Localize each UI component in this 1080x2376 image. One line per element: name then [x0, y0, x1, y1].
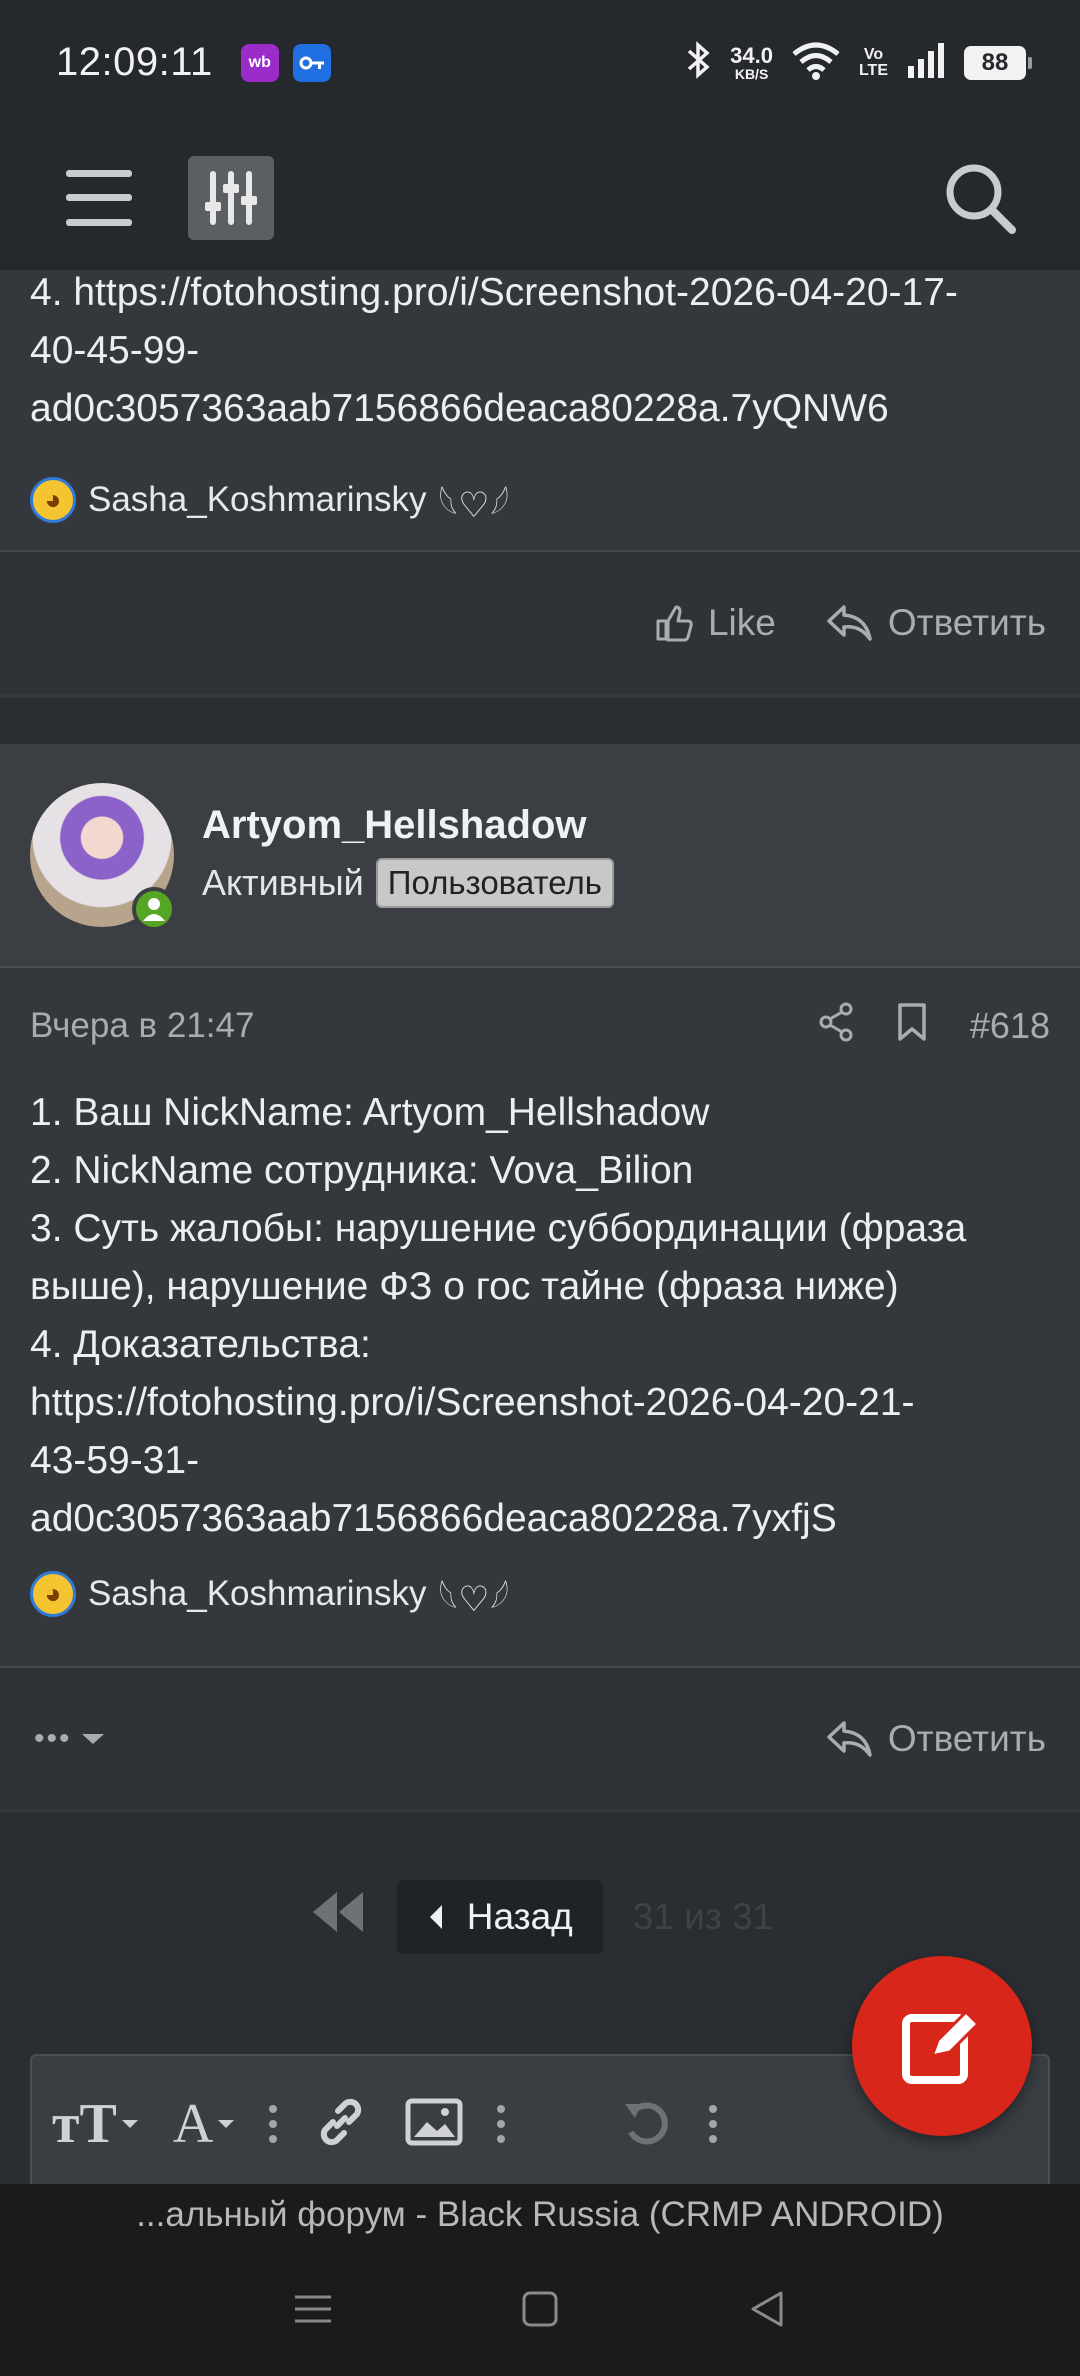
author-status: Активный: [202, 861, 364, 903]
undo-icon[interactable]: [619, 2094, 675, 2155]
avatar[interactable]: [30, 783, 176, 931]
post-number[interactable]: #618: [970, 1005, 1050, 1047]
more-format-icon[interactable]: [269, 2105, 278, 2143]
status-bar: 12:09:11 wb 34.0 KB/S Vo LTE 88: [0, 0, 1080, 125]
browser-page-title[interactable]: ...альный форум - Black Russia (CRMP AND…: [0, 2184, 1080, 2246]
text-size-icon[interactable]: тT: [52, 2092, 139, 2156]
post-card-618: Artyom_Hellshadow Активный Пользователь …: [0, 744, 1080, 1812]
evidence-link[interactable]: https://fotohosting.pro/i/Screenshot-202…: [30, 1374, 1050, 1432]
first-page-icon[interactable]: [307, 1888, 367, 1947]
role-badge: Пользователь: [375, 857, 614, 908]
like-button[interactable]: Like: [654, 602, 776, 644]
laughing-emoji-icon: ◕: [30, 1571, 76, 1617]
author-name[interactable]: Artyom_Hellshadow: [202, 803, 614, 848]
bookmark-icon[interactable]: [896, 1002, 928, 1051]
back-button[interactable]: Назад: [396, 1880, 603, 1954]
reply-button[interactable]: Ответить: [826, 602, 1046, 644]
more-insert-icon[interactable]: [497, 2105, 506, 2143]
post-actions: Like Ответить: [0, 552, 1080, 694]
online-status-icon: [132, 887, 176, 931]
filter-button[interactable]: [188, 155, 274, 240]
post-actions: ••• Ответить: [0, 1668, 1080, 1810]
thumbs-up-icon: [656, 605, 693, 642]
home-icon[interactable]: [520, 2289, 560, 2334]
bluetooth-icon: [686, 40, 712, 85]
forum-header: [0, 125, 1080, 270]
post-meta: Вчера в 21:47 #618: [0, 968, 1080, 1084]
reply-icon: [827, 605, 872, 641]
edit-icon: [902, 2009, 981, 2084]
evidence-link[interactable]: ad0c3057363aab7156866deaca80228a.7yxfjS: [30, 1490, 1050, 1548]
volte-indicator: Vo LTE: [858, 45, 888, 79]
more-options-button[interactable]: •••: [34, 1722, 106, 1756]
link-icon[interactable]: [311, 2092, 371, 2157]
sliders-icon: [205, 170, 257, 225]
signature-name[interactable]: Sasha_Koshmarinsky: [88, 480, 427, 520]
reply-icon: [827, 1721, 872, 1757]
chevron-left-icon: [429, 1905, 442, 1929]
recent-apps-icon[interactable]: [293, 2289, 333, 2334]
search-icon[interactable]: [942, 160, 1018, 236]
clock: 12:09:11: [56, 40, 213, 84]
post-date[interactable]: Вчера в 21:47: [30, 1006, 254, 1046]
laughing-emoji-icon: ◕: [30, 477, 76, 523]
signature-name[interactable]: Sasha_Koshmarinsky: [88, 1574, 427, 1614]
more-edit-icon[interactable]: [709, 2105, 718, 2143]
evidence-link[interactable]: 43-59-31-: [30, 1432, 1050, 1490]
signature: ◕ Sasha_Koshmarinsky 𓆩♡𓆪: [0, 1566, 1080, 1622]
share-icon[interactable]: [818, 1002, 854, 1051]
font-style-icon[interactable]: A: [173, 2092, 235, 2156]
battery-indicator: 88: [964, 45, 1032, 80]
back-nav-icon[interactable]: [747, 2289, 787, 2334]
wb-app-icon: wb: [240, 43, 279, 82]
post-body: 4. https://fotohosting.pro/i/Screenshot-…: [30, 271, 958, 430]
signature-decoration: 𓆩♡𓆪: [438, 485, 510, 525]
signature: ◕ Sasha_Koshmarinsky 𓆩♡𓆪: [0, 472, 1080, 528]
reply-button[interactable]: Ответить: [826, 1718, 1046, 1760]
network-speed: 34.0 KB/S: [730, 42, 773, 82]
post-author-header: Artyom_Hellshadow Активный Пользователь: [0, 744, 1080, 968]
image-icon[interactable]: [405, 2098, 463, 2151]
signature-decoration: 𓆩♡𓆪: [438, 1579, 510, 1619]
post-body: 1. Ваш NickName: Artyom_Hellshadow 2. Ni…: [0, 1084, 1080, 1548]
compose-button[interactable]: [852, 1956, 1032, 2136]
page-count: 31 из 31: [632, 1896, 774, 1937]
caret-down-icon: [81, 1734, 104, 1744]
wifi-icon: [791, 40, 841, 85]
signal-icon: [906, 42, 946, 83]
system-nav-bar: [0, 2246, 1080, 2376]
key-app-icon: [292, 43, 331, 82]
menu-icon[interactable]: [66, 169, 132, 226]
